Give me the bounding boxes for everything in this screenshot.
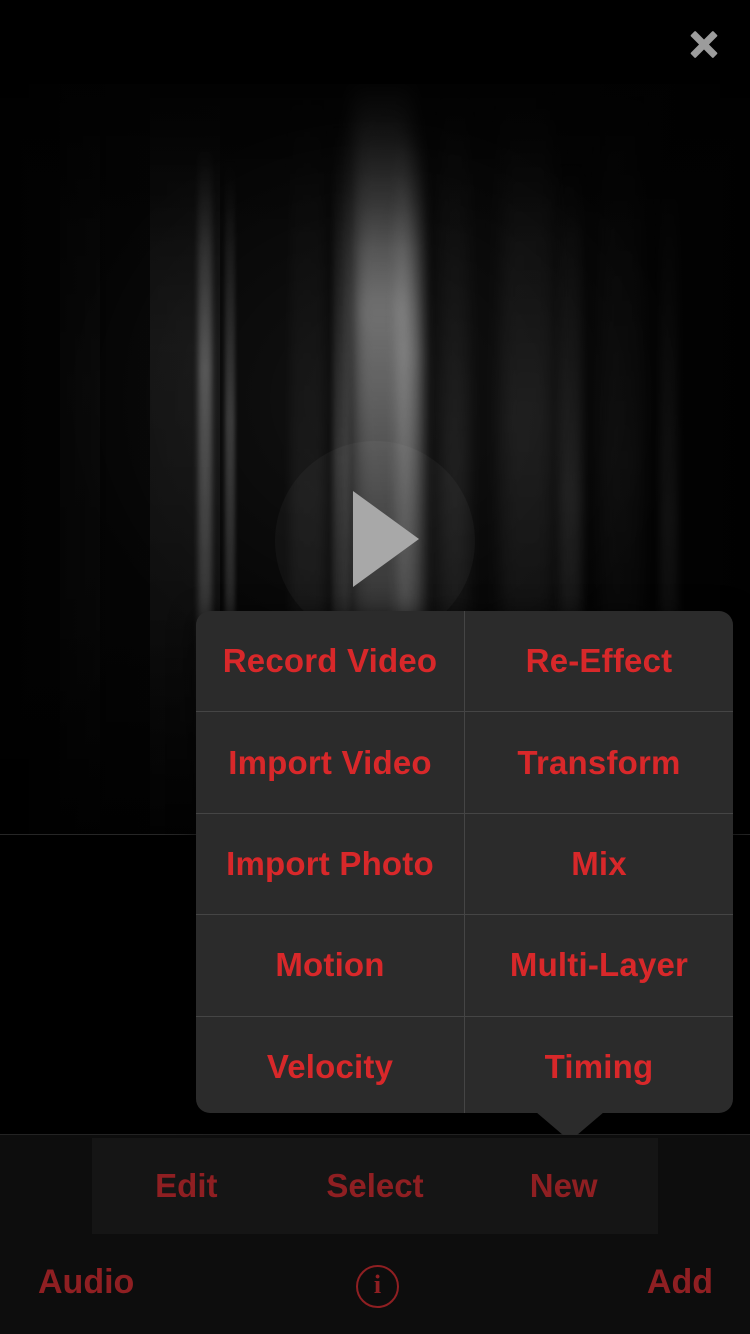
- info-icon[interactable]: i: [356, 1265, 399, 1308]
- menu-row: Velocity Timing: [196, 1016, 733, 1113]
- close-icon[interactable]: [686, 26, 722, 62]
- menu-item-record-video[interactable]: Record Video: [196, 611, 465, 712]
- menu-item-import-photo[interactable]: Import Photo: [196, 813, 465, 915]
- play-triangle-icon: [353, 491, 419, 587]
- menu-item-import-video[interactable]: Import Video: [196, 712, 465, 813]
- menu-row: Motion Multi-Layer: [196, 915, 733, 1017]
- audio-button[interactable]: Audio: [38, 1263, 134, 1302]
- menu-row: Record Video Re-Effect: [196, 611, 733, 713]
- menu-item-mix[interactable]: Mix: [465, 814, 733, 914]
- top-bar: [0, 0, 750, 85]
- menu-row: Import Video Transform: [196, 712, 733, 814]
- menu-item-re-effect[interactable]: Re-Effect: [465, 611, 733, 711]
- menu-item-multi-layer[interactable]: Multi-Layer: [465, 915, 733, 1015]
- tab-select[interactable]: Select: [281, 1138, 470, 1234]
- app-screen: 0.00 Record Video Re-Effect Import Video…: [0, 0, 750, 1334]
- new-popup-menu[interactable]: Record Video Re-Effect Import Video Tran…: [196, 611, 733, 1113]
- add-button[interactable]: Add: [647, 1263, 713, 1302]
- tab-new[interactable]: New: [469, 1138, 658, 1234]
- info-glyph: i: [373, 1270, 382, 1299]
- menu-item-timing[interactable]: Timing: [465, 1017, 733, 1113]
- menu-item-transform[interactable]: Transform: [465, 712, 733, 812]
- menu-row: Import Photo Mix: [196, 813, 733, 916]
- menu-item-motion[interactable]: Motion: [196, 915, 465, 1016]
- segmented-control[interactable]: Edit Select New: [92, 1138, 658, 1234]
- menu-item-velocity[interactable]: Velocity: [196, 1016, 465, 1113]
- tab-edit[interactable]: Edit: [92, 1138, 281, 1234]
